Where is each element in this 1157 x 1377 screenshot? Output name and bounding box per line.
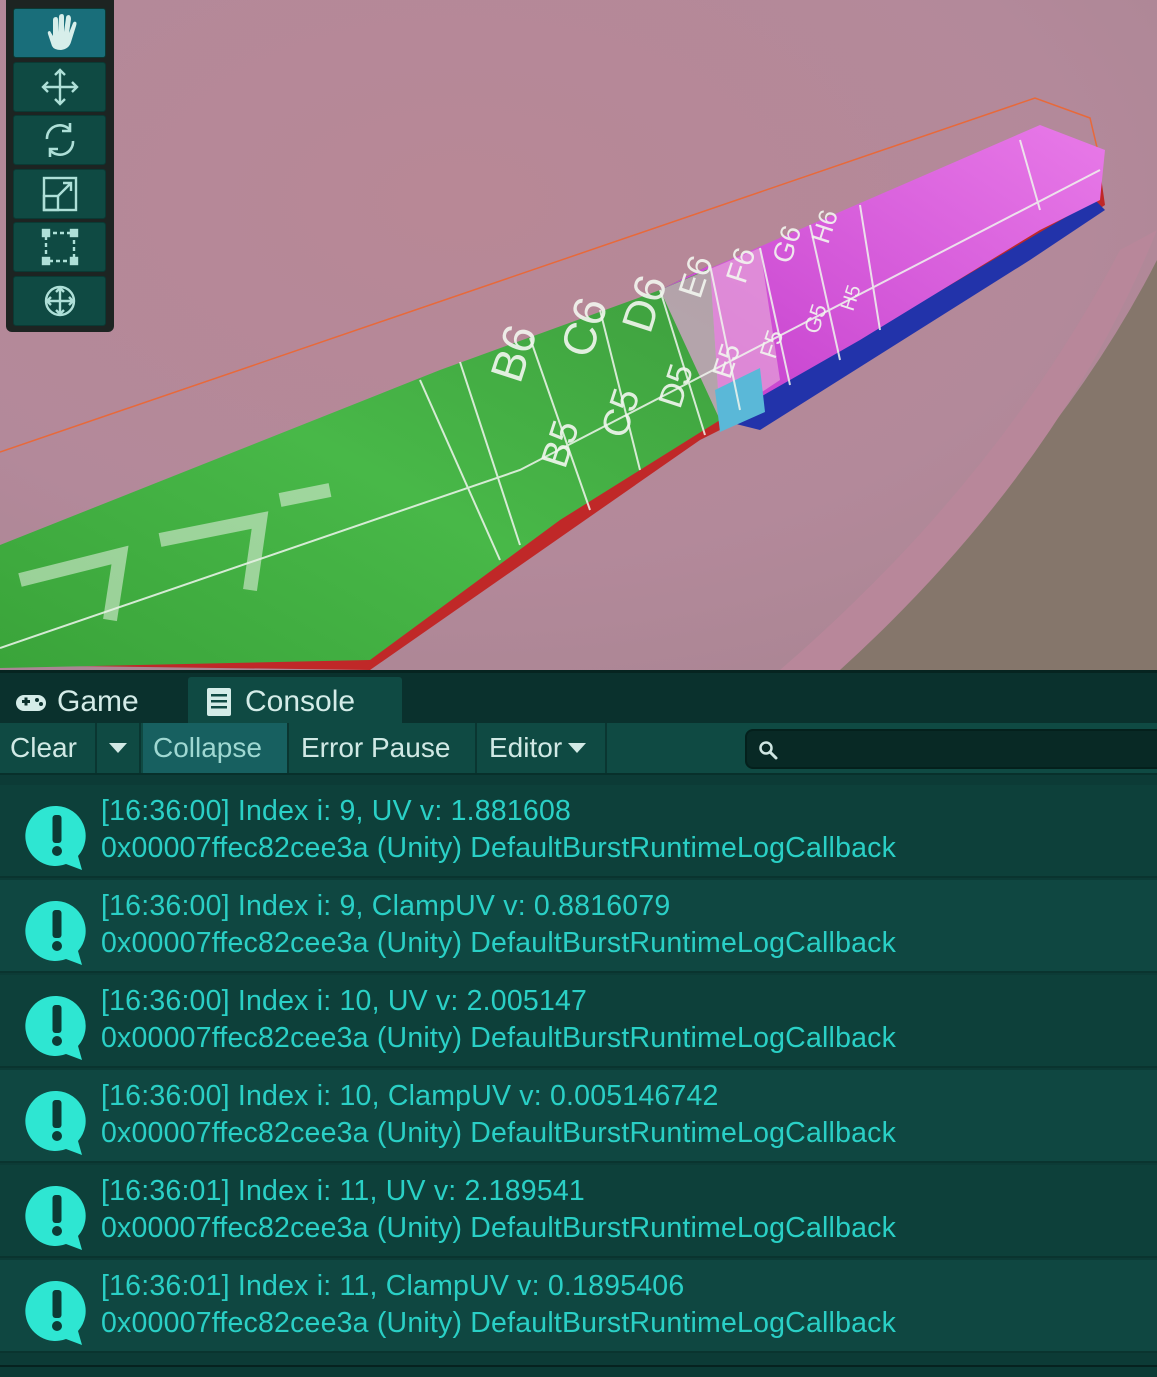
log-message: [16:36:00] Index i: 9, UV v: 1.881608: [101, 795, 572, 827]
log-entry[interactable]: [16:36:01] Index i: 11, UV v: 2.189541 0x…: [0, 1165, 1157, 1258]
scale-tool[interactable]: [13, 168, 106, 219]
info-message-icon: [25, 1280, 86, 1345]
clear-button[interactable]: Clear: [0, 723, 97, 773]
log-message: [16:36:00] Index i: 9, ClampUV v: 0.8816…: [101, 890, 671, 922]
scene-tools-toolbar: [6, 0, 114, 332]
search-input[interactable]: [787, 735, 1147, 765]
log-entry[interactable]: [16:36:00] Index i: 9, ClampUV v: 0.8816…: [0, 880, 1157, 973]
cell-label: D6: [613, 269, 677, 338]
console-status-strip: [0, 1365, 1157, 1377]
log-stack-trace: 0x00007ffec82cee3a (Unity) DefaultBurstR…: [101, 1117, 897, 1149]
hand-tool[interactable]: [13, 8, 106, 58]
tab-game-label: Game: [57, 685, 139, 718]
error-pause-label: Error Pause: [301, 732, 451, 763]
cell-label: B5: [534, 416, 588, 473]
log-message: [16:36:01] Index i: 11, UV v: 2.189541: [101, 1175, 585, 1207]
transform-tool[interactable]: [13, 275, 106, 326]
move-tool[interactable]: [13, 61, 106, 112]
cell-labels: B6 C6D6E6 F6 G6H6 B5C5 D5 E5 F5 G5H5: [480, 206, 866, 473]
clear-label: Clear: [10, 732, 77, 763]
rotate-tool[interactable]: [13, 115, 106, 165]
log-stack-trace: 0x00007ffec82cee3a (Unity) DefaultBurstR…: [101, 1212, 897, 1244]
cell-label: E5: [706, 340, 746, 382]
log-entry[interactable]: [16:36:00] Index i: 10, ClampUV v: 0.005…: [0, 1070, 1157, 1163]
scale-icon: [42, 176, 77, 211]
log-message: [16:36:00] Index i: 10, UV v: 2.005147: [101, 985, 588, 1017]
scene-view[interactable]: B6 C6 D6 E6 F6 G6 H6 B5 C5 D5 E5 F5 G5 H5: [0, 0, 1157, 670]
log-entry[interactable]: [16:36:00] Index i: 10, UV v: 2.005147 0x…: [0, 975, 1157, 1068]
gamepad-icon: [16, 695, 46, 711]
cell-label: E6: [671, 251, 720, 302]
log-entry[interactable]: [16:36:01] Index i: 11, ClampUV v: 0.189…: [0, 1260, 1157, 1353]
info-message-icon: [25, 1090, 86, 1155]
console-toolbar: Clear Collapse Error Pause Editor: [0, 723, 1157, 775]
collapse-toggle[interactable]: Collapse: [143, 723, 289, 773]
tab-game[interactable]: Game: [0, 677, 188, 727]
rect-transform-icon: [41, 228, 78, 266]
tab-console[interactable]: Console: [188, 677, 402, 727]
info-message-icon: [25, 900, 86, 965]
log-entry[interactable]: [16:36:00] Index i: 9, UV v: 1.881608 0x0…: [0, 785, 1157, 878]
move-icon: [40, 67, 79, 106]
cell-label: G6: [766, 222, 807, 267]
error-pause-toggle[interactable]: Error Pause: [291, 723, 477, 773]
cell-label: D5: [651, 359, 701, 412]
clear-options-dropdown[interactable]: [97, 723, 141, 773]
cell-label: G5: [799, 301, 832, 337]
console-panel: Game Console Clear Collapse Error Pause …: [0, 670, 1157, 1377]
info-message-icon: [25, 805, 86, 870]
cell-label: H5: [837, 282, 866, 313]
chevron-down-icon: [109, 743, 127, 753]
log-stack-trace: 0x00007ffec82cee3a (Unity) DefaultBurstR…: [101, 927, 897, 959]
search-box[interactable]: [745, 729, 1157, 769]
info-message-icon: [25, 995, 86, 1060]
log-stack-trace: 0x00007ffec82cee3a (Unity) DefaultBurstR…: [101, 1307, 897, 1339]
cell-label: H6: [805, 206, 844, 247]
cell-label: B6: [480, 319, 547, 389]
chevron-down-icon: [568, 743, 587, 753]
cell-label: F6: [720, 244, 762, 287]
transform-icon: [44, 285, 75, 316]
log-stack-trace: 0x00007ffec82cee3a (Unity) DefaultBurstR…: [101, 1022, 897, 1054]
search-icon: [759, 741, 778, 760]
tab-console-label: Console: [245, 685, 356, 718]
rotate-icon: [45, 123, 74, 157]
cell-label: F5: [755, 327, 789, 362]
editor-label: Editor: [489, 732, 563, 763]
log-list[interactable]: [16:36:00] Index i: 9, UV v: 1.881608 0x0…: [0, 775, 1157, 1365]
console-icon: [207, 688, 231, 716]
rect-tool[interactable]: [13, 222, 106, 272]
info-message-icon: [25, 1185, 86, 1250]
cell-label: C5: [594, 384, 649, 443]
hand-icon: [47, 14, 76, 50]
editor-dropdown[interactable]: Editor: [479, 723, 607, 773]
collapse-label: Collapse: [153, 732, 262, 763]
log-message: [16:36:00] Index i: 10, ClampUV v: 0.005…: [101, 1080, 719, 1112]
log-message: [16:36:01] Index i: 11, ClampUV v: 0.189…: [101, 1270, 685, 1302]
cell-label: C6: [550, 291, 618, 363]
tab-bar: Game Console: [0, 670, 1157, 727]
log-stack-trace: 0x00007ffec82cee3a (Unity) DefaultBurstR…: [101, 832, 897, 864]
